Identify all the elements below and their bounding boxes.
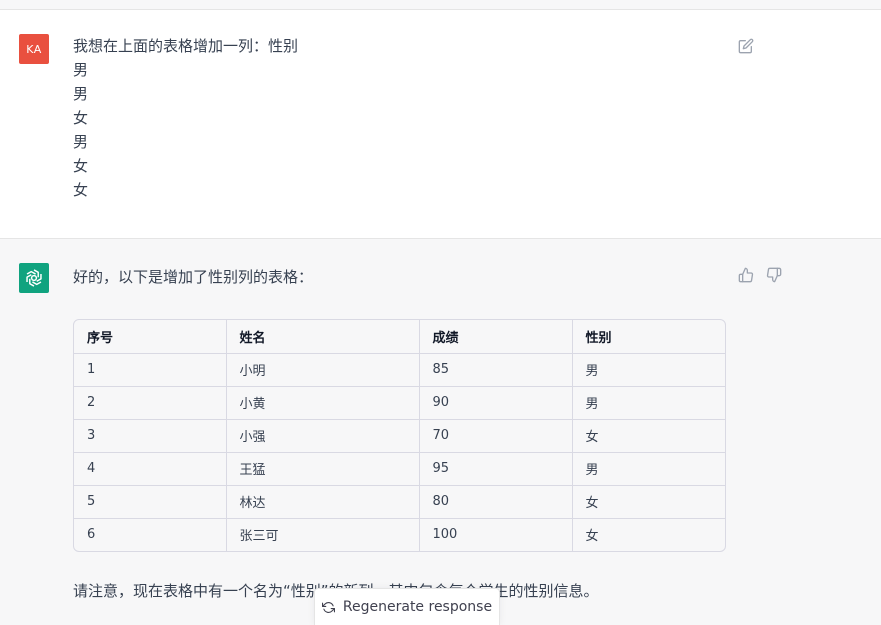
thumbs-down-icon bbox=[766, 267, 782, 283]
table-row: 2 小黄 90 男 bbox=[74, 386, 725, 420]
table-row: 4 王猛 95 男 bbox=[74, 452, 725, 486]
table-cell: 小强 bbox=[226, 419, 420, 453]
table-row: 1 小明 85 男 bbox=[74, 353, 725, 387]
regenerate-response-button[interactable]: Regenerate response bbox=[314, 588, 500, 625]
column-header-score: 成绩 bbox=[419, 320, 573, 354]
column-header-name: 姓名 bbox=[226, 320, 420, 354]
openai-logo-icon bbox=[26, 269, 42, 287]
column-header-number: 序号 bbox=[74, 320, 227, 354]
user-message-line: 女 bbox=[73, 181, 89, 199]
top-divider bbox=[0, 0, 881, 10]
table-cell: 男 bbox=[572, 353, 725, 387]
user-message-line: 男 bbox=[73, 85, 89, 103]
user-avatar-initials: KA bbox=[26, 42, 42, 56]
table-cell: 2 bbox=[74, 386, 227, 420]
table-cell: 3 bbox=[74, 419, 227, 453]
table-cell: 小明 bbox=[226, 353, 420, 387]
table-cell: 6 bbox=[74, 518, 227, 551]
table-cell: 4 bbox=[74, 452, 227, 486]
user-message-text: 我想在上面的表格增加一列：性别 男 男 女 男 女 女 bbox=[73, 34, 298, 202]
table-cell: 95 bbox=[419, 452, 573, 486]
table-cell: 90 bbox=[419, 386, 573, 420]
table-cell: 女 bbox=[585, 529, 599, 545]
column-header-gender: 性别 bbox=[572, 320, 725, 354]
table-row: 6 张三可 100 女 bbox=[74, 518, 725, 551]
table-cell: 小黄 bbox=[226, 386, 420, 420]
table-header-row: 序号 姓名 成绩 性别 bbox=[74, 320, 725, 354]
user-avatar: KA bbox=[19, 34, 49, 64]
assistant-message: 好的，以下是增加了性别列的表格： 序号 姓名 成绩 性别 1 小明 85 男 2… bbox=[0, 239, 881, 625]
gender-table: 序号 姓名 成绩 性别 1 小明 85 男 2 小黄 90 男 3 小强 70 … bbox=[73, 319, 726, 552]
table-row: 3 小强 70 女 bbox=[74, 419, 725, 453]
user-message-line: 男 bbox=[73, 133, 89, 151]
table-cell: 70 bbox=[419, 419, 573, 453]
regenerate-label: Regenerate response bbox=[342, 599, 493, 615]
user-message-line: 女 bbox=[73, 109, 89, 127]
table-cell: 1 bbox=[74, 353, 227, 387]
edit-icon bbox=[738, 38, 754, 54]
user-message-line: 我想在上面的表格增加一列：性别 bbox=[73, 37, 299, 55]
table-cell: 85 bbox=[419, 353, 573, 387]
user-message-line: 男 bbox=[73, 61, 89, 79]
edit-message-button[interactable] bbox=[737, 37, 755, 55]
user-message-line: 女 bbox=[73, 157, 89, 175]
table-cell: 100 bbox=[419, 518, 573, 551]
table-cell: 王猛 bbox=[226, 452, 420, 486]
assistant-avatar bbox=[19, 263, 49, 293]
table-cell: 5 bbox=[74, 485, 227, 519]
table-cell: 男 bbox=[572, 452, 725, 486]
table-cell: 男 bbox=[572, 386, 725, 420]
thumbs-up-icon bbox=[738, 267, 754, 283]
table-cell: 女 bbox=[572, 419, 725, 453]
table-cell: 张三可 bbox=[226, 518, 420, 551]
table-cell: 林达 bbox=[226, 485, 420, 519]
table-cell: 女 bbox=[572, 485, 725, 519]
refresh-icon bbox=[321, 601, 335, 613]
table-row: 5 林达 80 女 bbox=[74, 485, 725, 519]
user-message: KA 我想在上面的表格增加一列：性别 男 男 女 男 女 女 bbox=[0, 10, 881, 239]
thumbs-down-button[interactable] bbox=[765, 266, 783, 284]
thumbs-up-button[interactable] bbox=[737, 266, 755, 284]
table-cell: 80 bbox=[419, 485, 573, 519]
assistant-intro-text: 好的，以下是增加了性别列的表格： bbox=[73, 268, 314, 286]
